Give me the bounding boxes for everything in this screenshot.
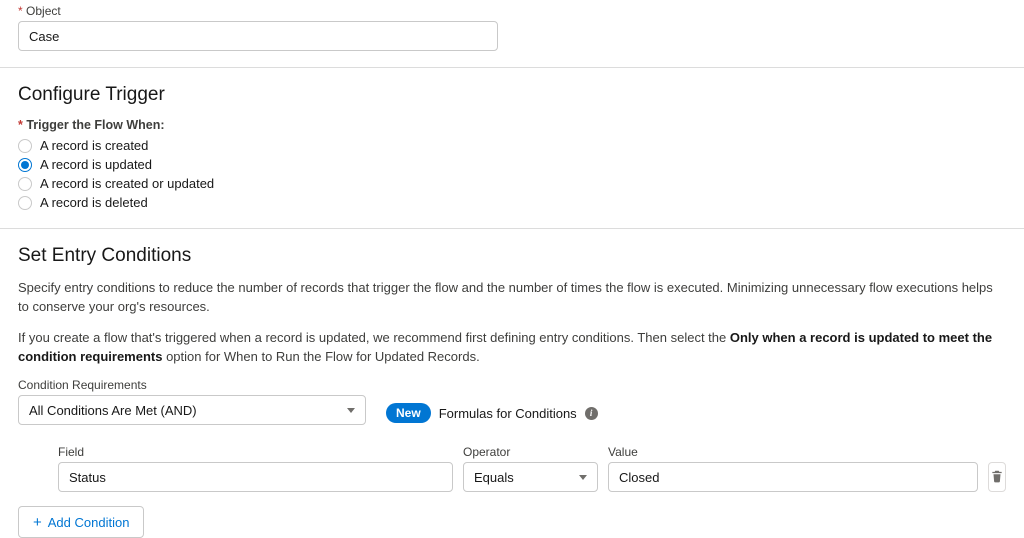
radio-icon [18,177,32,191]
radio-label: A record is created or updated [40,176,214,191]
condition-operator-value: Equals [474,470,514,485]
object-label-text: Object [26,4,61,18]
chevron-down-icon [347,408,355,413]
formulas-for-conditions-text: Formulas for Conditions [439,406,577,421]
radio-record-updated[interactable]: A record is updated [18,157,1006,172]
trash-icon [990,469,1004,486]
entry-conditions-heading: Set Entry Conditions [18,245,1006,267]
entry-desc-2-pre: If you create a flow that's triggered wh… [18,330,730,345]
add-condition-label: Add Condition [48,515,130,530]
required-star: * [18,4,23,18]
radio-icon-selected [18,158,32,172]
formulas-new-group: New Formulas for Conditions i [386,403,598,423]
object-value: Case [29,29,59,44]
value-column-label: Value [608,445,978,459]
condition-row: Field Status Operator Equals Value Close… [58,445,1006,492]
object-label: * Object [18,4,1006,18]
entry-desc-1: Specify entry conditions to reduce the n… [18,279,1006,317]
condition-field-value: Status [69,470,106,485]
field-column-label: Field [58,445,453,459]
entry-desc-2: If you create a flow that's triggered wh… [18,329,1006,367]
radio-record-created-or-updated[interactable]: A record is created or updated [18,176,1006,191]
required-star: * [18,118,23,132]
entry-desc-2-post: option for When to Run the Flow for Upda… [162,349,479,364]
radio-record-created[interactable]: A record is created [18,138,1006,153]
operator-column-label: Operator [463,445,598,459]
condition-requirements-select[interactable]: All Conditions Are Met (AND) [18,395,366,425]
chevron-down-icon [579,475,587,480]
condition-operator-select[interactable]: Equals [463,462,598,492]
radio-icon [18,196,32,210]
radio-label: A record is updated [40,157,152,172]
trigger-when-label: * Trigger the Flow When: [18,118,1006,132]
condition-requirements-row: Condition Requirements All Conditions Ar… [18,378,1006,425]
configure-trigger-heading: Configure Trigger [18,84,1006,106]
condition-row-wrap: Field Status Operator Equals Value Close… [18,445,1006,492]
condition-value-value: Closed [619,470,659,485]
condition-requirements-label: Condition Requirements [18,378,366,392]
add-condition-button[interactable]: + Add Condition [18,506,144,538]
trigger-radio-group: A record is created A record is updated … [18,138,1006,210]
delete-condition-button[interactable] [988,462,1006,492]
new-badge: New [386,403,431,423]
entry-conditions-section: Set Entry Conditions Specify entry condi… [0,245,1024,538]
radio-label: A record is deleted [40,195,148,210]
radio-label: A record is created [40,138,148,153]
condition-requirements-value: All Conditions Are Met (AND) [29,403,197,418]
trigger-when-text: Trigger the Flow When: [26,118,164,132]
object-section: * Object Case [0,0,1024,68]
trigger-section: Configure Trigger * Trigger the Flow Whe… [0,84,1024,229]
radio-record-deleted[interactable]: A record is deleted [18,195,1006,210]
condition-value-input[interactable]: Closed [608,462,978,492]
object-input[interactable]: Case [18,21,498,51]
radio-icon [18,139,32,153]
info-icon[interactable]: i [585,407,598,420]
plus-icon: + [33,515,42,530]
condition-field-input[interactable]: Status [58,462,453,492]
